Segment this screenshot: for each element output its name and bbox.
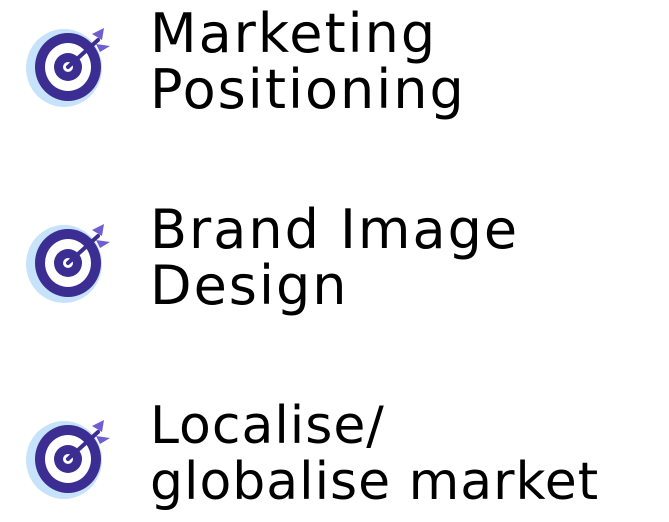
list-item-localise-globalise-market: Localise/ globalise market xyxy=(0,392,669,522)
label-line-1: Brand Image xyxy=(150,198,520,261)
list-item-label: Brand Image Design xyxy=(150,202,519,314)
label-line-1: Localise/ xyxy=(150,396,385,456)
target-dart-icon xyxy=(22,416,114,502)
list-item-marketing-positioning: Marketing Positioning xyxy=(0,0,669,130)
label-line-2: Positioning xyxy=(150,58,466,121)
label-line-2: globalise market xyxy=(150,452,600,512)
target-dart-icon xyxy=(22,220,114,306)
label-line-1: Marketing xyxy=(150,2,438,65)
list-item-label: Marketing Positioning xyxy=(150,6,466,118)
list-item-brand-image-design: Brand Image Design xyxy=(0,196,669,326)
bullet-list: Marketing Positioning Brand Image Design xyxy=(0,0,669,518)
target-dart-icon xyxy=(22,24,114,110)
label-line-2: Design xyxy=(150,254,349,317)
list-item-label: Localise/ globalise market xyxy=(150,398,599,510)
